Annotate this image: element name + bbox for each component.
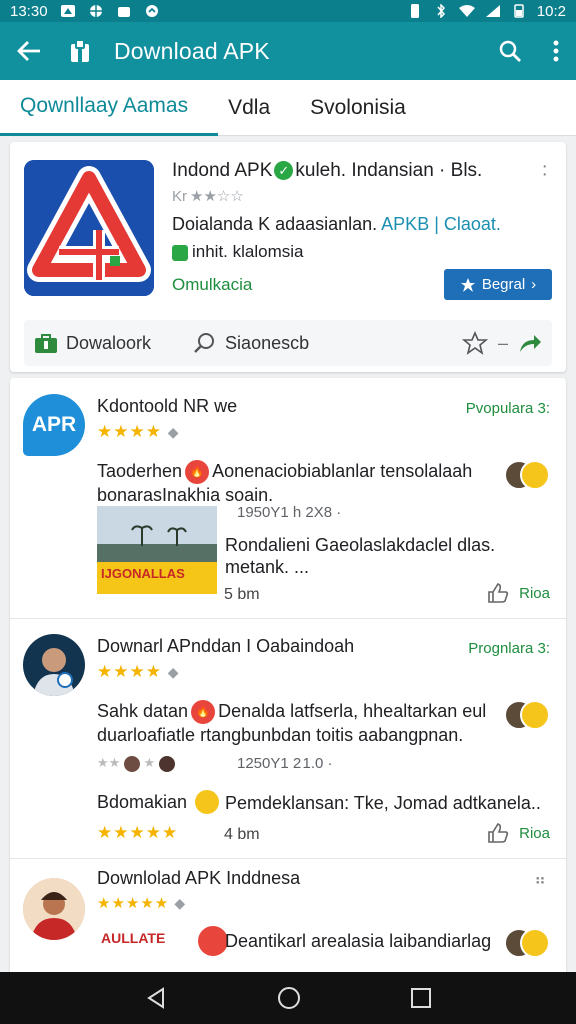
feed-list: APR Kdontoold NR we Pvopulara 3: ★★★★ ◆ …	[10, 378, 566, 978]
post-body: Sahk datan 🔥 Denalda latfserla, hhealtarka…	[97, 700, 487, 746]
verified-icon: ✓	[274, 161, 294, 181]
app-bar: Download APK	[0, 22, 576, 80]
signal-icon	[485, 5, 500, 17]
search-icon[interactable]	[498, 39, 522, 63]
more-options-icon[interactable]: ⠶	[534, 870, 546, 890]
reaction-icons	[504, 460, 550, 492]
check-icon	[172, 244, 188, 261]
wifi-icon	[458, 5, 475, 17]
thumbs-up-icon	[488, 583, 509, 603]
tab-vdla[interactable]: Vdla	[218, 80, 280, 136]
comment-icon: ◆	[167, 424, 180, 440]
popularity-label: Pvopulara 3:	[465, 400, 550, 417]
fire-icon: 🔥	[191, 700, 216, 725]
star-outline-icon[interactable]	[461, 331, 488, 355]
overflow-menu-icon[interactable]	[552, 39, 560, 63]
thumbs-up-icon	[488, 823, 509, 843]
battery-icon	[514, 4, 524, 18]
avatar: APR	[23, 394, 85, 456]
status-bar: 13:30 10:2	[0, 0, 576, 22]
search-action[interactable]: Siaonescb	[193, 332, 309, 354]
popularity-label: Prognlara 3:	[468, 640, 550, 657]
battery-level: 10:2	[536, 2, 566, 20]
like-button[interactable]: Rioa	[487, 583, 550, 603]
comment-icon: ◆	[174, 895, 187, 911]
avatar	[23, 634, 85, 696]
post-time: 4 bm	[224, 826, 260, 843]
back-arrow-icon[interactable]	[16, 39, 42, 63]
app-title: Indond APK ✓ kuleh. Indansian · Bls.	[172, 160, 483, 181]
post-subtitle: Rondalieni Gaeolaslakdaclel dlas. metank…	[225, 535, 496, 577]
star-rating: ★★★★ ◆	[97, 422, 180, 441]
download-icon	[460, 277, 475, 292]
apk-package-icon	[71, 39, 89, 62]
featured-app-card[interactable]: Indond APK ✓ kuleh. Indansian · Bls. Kr ★★…	[10, 142, 566, 372]
app-logo	[24, 160, 154, 296]
more-options-icon[interactable]: · ·	[541, 156, 548, 184]
share-icon[interactable]	[518, 332, 542, 354]
action-row: Dowaloork Siaonescb –	[24, 320, 552, 366]
post-title: Downlolad APK Inddnesa	[97, 868, 301, 888]
vibrate-icon	[410, 4, 419, 18]
tab-downloads[interactable]: Qownllaay Aamas	[0, 80, 219, 136]
globe-icon	[89, 5, 102, 17]
reaction-avatars: ★★ ★	[97, 755, 175, 772]
search-icon	[194, 333, 215, 353]
like-button[interactable]: Rioa	[487, 823, 550, 843]
app-region: inhit. klalomsia	[172, 242, 304, 262]
post-meta: 1950Y1 h 2X8 ·	[237, 504, 342, 521]
apk-link[interactable]: APKB | Claoat.	[381, 214, 501, 234]
app-description: Doialanda K adaasianlan. APKB | Claoat.	[172, 214, 501, 234]
tab-bar: Qownllaay Aamas Vdla Svolonisia	[0, 80, 576, 136]
emoji-badge	[198, 926, 228, 956]
list-item[interactable]: Downarl APnddan I Oabaindoah Prognlara 3…	[10, 618, 566, 858]
tab-svolonisia[interactable]: Svolonisia	[280, 80, 416, 136]
notification-icon	[60, 5, 75, 17]
list-item[interactable]: APR Kdontoold NR we Pvopulara 3: ★★★★ ◆ …	[10, 378, 566, 618]
bag-icon	[117, 7, 130, 17]
install-button[interactable]: Begral ›	[444, 269, 552, 300]
app-status: Omulkacia	[172, 275, 253, 294]
bluetooth-icon	[437, 4, 445, 18]
back-icon[interactable]	[145, 987, 167, 1009]
post-meta: 1250Y1 2 1.0 ·	[237, 755, 333, 772]
emoji-badge	[195, 790, 219, 814]
post-category: Bdomakian	[97, 792, 188, 812]
star-rating: ★★★★★ ◆	[97, 895, 187, 912]
post-title: Kdontoold NR we	[97, 396, 238, 416]
app-rating: Kr ★★☆☆	[172, 188, 244, 205]
download-action[interactable]: Dowaloork	[34, 332, 151, 354]
page-title: Download APK	[114, 37, 270, 64]
reaction-icons	[504, 928, 550, 960]
recents-icon[interactable]	[411, 988, 431, 1008]
reaction-icons	[504, 700, 550, 732]
fire-icon: 🔥	[185, 460, 210, 485]
clock: 13:30	[10, 2, 48, 20]
post-time: 5 bm	[224, 586, 260, 603]
avatar	[23, 878, 85, 940]
shield-icon	[145, 5, 158, 17]
shopping-bag-icon	[35, 334, 57, 353]
system-nav-bar	[0, 972, 576, 1024]
post-thumbnail[interactable]: IJGONALLAS	[97, 506, 217, 594]
post-subtitle: Pemdeklansan: Tke, Jomad adtkanela..	[225, 793, 541, 813]
list-item[interactable]: Downlolad APK Inddnesa ⠶ ★★★★★ ◆ AULLATE…	[10, 858, 566, 978]
star-rating: ★★★★ ◆	[97, 662, 180, 681]
post-subtitle: Deantikarl arealasia laibandiarlag	[225, 931, 492, 951]
star-rating: ★★★★★	[97, 823, 179, 842]
comment-icon: ◆	[167, 664, 180, 680]
home-icon[interactable]	[277, 986, 301, 1010]
post-title: Downarl APnddan I Oabaindoah	[97, 636, 355, 656]
post-body: Taoderhen 🔥 Aonenaciobiablanlar tensolalaa…	[97, 460, 473, 506]
